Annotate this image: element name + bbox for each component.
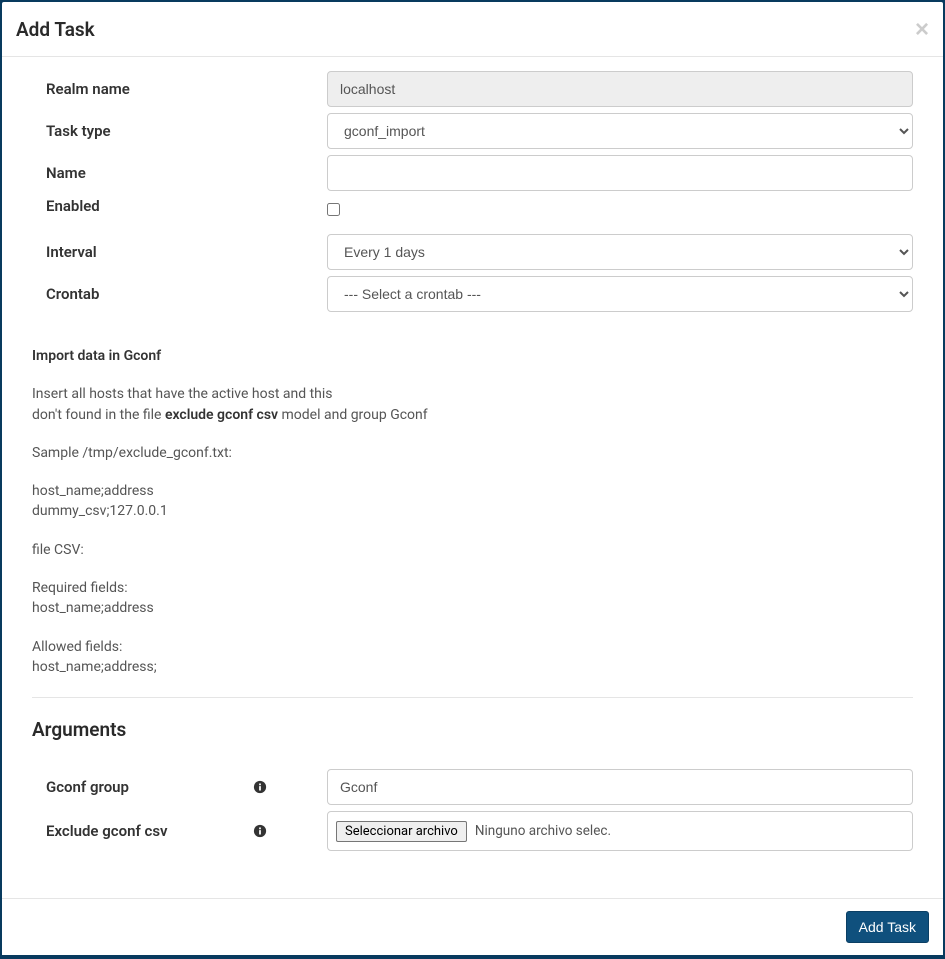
row-enabled: Enabled (32, 197, 913, 228)
add-task-button[interactable]: Add Task (846, 911, 929, 943)
row-exclude-csv: Exclude gconf csv Seleccionar archivo Ni… (32, 811, 913, 851)
label-interval: Interval (32, 243, 327, 261)
description-block: Import data in Gconf Insert all hosts th… (32, 346, 913, 677)
row-realm-name: Realm name (32, 71, 913, 107)
enabled-checkbox[interactable] (327, 203, 340, 216)
label-exclude-csv: Exclude gconf csv (32, 822, 327, 840)
name-input[interactable] (327, 155, 913, 191)
row-name: Name (32, 155, 913, 191)
crontab-select[interactable]: --- Select a crontab --- (327, 276, 913, 312)
desc-required: Required fields: host_name;address (32, 578, 913, 619)
file-select-button[interactable]: Seleccionar archivo (336, 821, 467, 842)
desc-intro: Insert all hosts that have the active ho… (32, 384, 913, 425)
desc-sample-label: Sample /tmp/exclude_gconf.txt: (32, 443, 913, 463)
close-button[interactable]: × (915, 18, 929, 42)
desc-sample: host_name;address dummy_csv;127.0.0.1 (32, 481, 913, 522)
info-icon[interactable] (253, 780, 267, 794)
interval-select[interactable]: Every 1 days (327, 234, 913, 270)
modal-header: Add Task × (2, 2, 943, 57)
label-enabled: Enabled (32, 197, 327, 215)
label-task-type: Task type (32, 122, 327, 140)
section-divider (32, 697, 913, 698)
desc-file-csv: file CSV: (32, 540, 913, 560)
exclude-csv-file-input[interactable]: Seleccionar archivo Ninguno archivo sele… (327, 811, 913, 851)
modal-title: Add Task (16, 18, 95, 41)
modal-body: Realm name Task type gconf_import Name E… (2, 57, 943, 898)
modal-footer: Add Task (2, 898, 943, 955)
label-crontab: Crontab (32, 285, 327, 303)
desc-line2: don't found in the file exclude gconf cs… (32, 405, 913, 425)
desc-strong: exclude gconf csv (165, 407, 278, 423)
row-interval: Interval Every 1 days (32, 234, 913, 270)
file-status-text: Ninguno archivo selec. (475, 823, 611, 839)
add-task-modal: Add Task × Realm name Task type gconf_im… (2, 2, 943, 955)
label-realm-name: Realm name (32, 80, 327, 98)
row-task-type: Task type gconf_import (32, 113, 913, 149)
row-gconf-group: Gconf group (32, 769, 913, 805)
realm-name-input (327, 71, 913, 107)
gconf-group-input[interactable] (327, 769, 913, 805)
info-icon[interactable] (253, 824, 267, 838)
desc-title: Import data in Gconf (32, 346, 913, 366)
desc-line1: Insert all hosts that have the active ho… (32, 384, 913, 404)
desc-allowed: Allowed fields: host_name;address; (32, 637, 913, 678)
label-gconf-group: Gconf group (32, 778, 327, 796)
row-crontab: Crontab --- Select a crontab --- (32, 276, 913, 312)
task-type-select[interactable]: gconf_import (327, 113, 913, 149)
label-name: Name (32, 164, 327, 182)
arguments-heading: Arguments (32, 718, 913, 741)
